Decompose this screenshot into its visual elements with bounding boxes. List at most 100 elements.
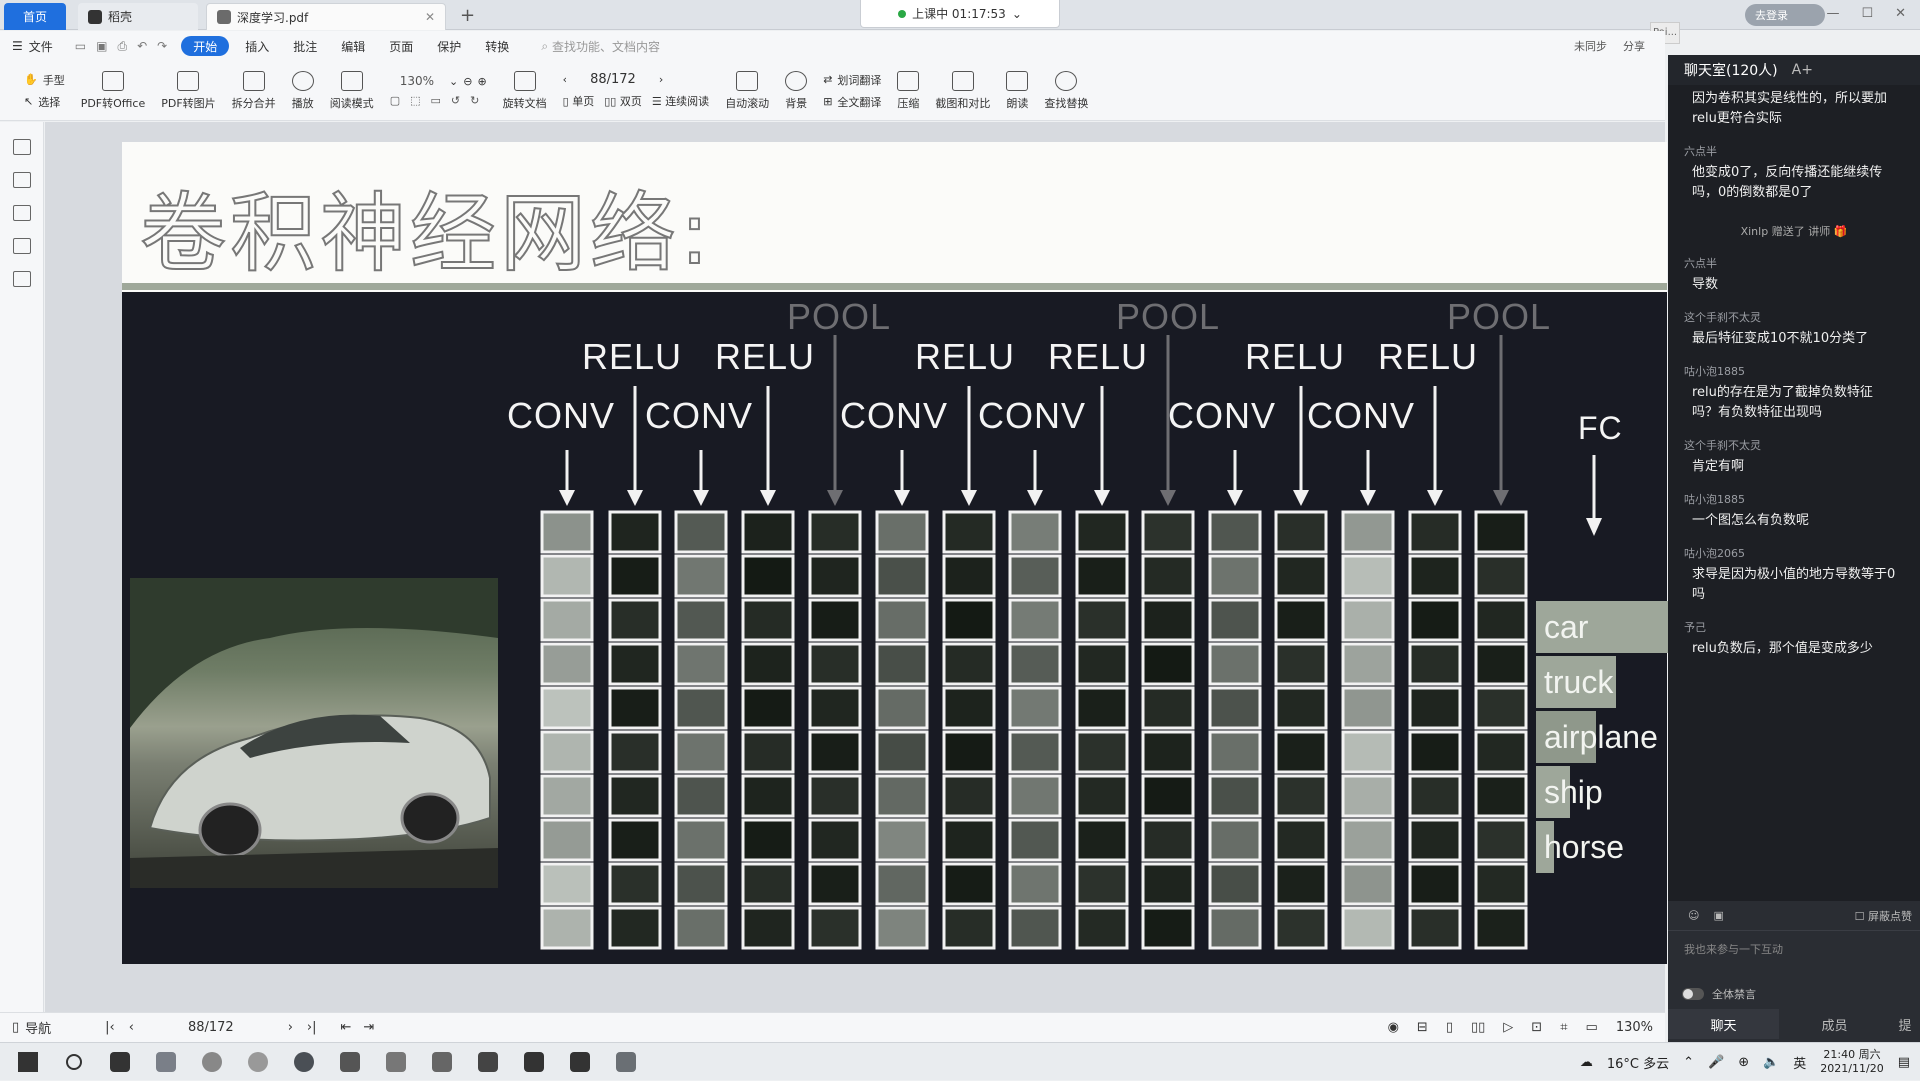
message-text: relu的存在是为了截掉负数特征吗？有负数特征出现吗 [1692,385,1873,420]
fit-icon[interactable]: ⊡ [1531,1020,1542,1035]
play-icon[interactable]: ▷ [1503,1020,1513,1035]
feature-map-cell [1075,730,1129,774]
feature-map-cell [741,730,795,774]
app-4[interactable] [240,1047,276,1077]
app-8[interactable] [424,1047,460,1077]
feature-map-cell [608,862,662,906]
feature-map-cell [1341,906,1395,950]
message-author: 这个手刹不太灵 [1684,311,1761,324]
app-10[interactable] [516,1047,552,1077]
app-explorer[interactable] [148,1047,184,1077]
tab-more[interactable]: 提 [1890,1009,1920,1039]
split-view-icon[interactable]: ⊟ [1417,1020,1428,1035]
feature-map-cell [540,510,594,554]
page-view-icon[interactable]: ▭ [1586,1020,1598,1035]
feature-map-cell [608,598,662,642]
app-1[interactable] [102,1047,138,1077]
tab-members[interactable]: 成员 [1779,1009,1890,1039]
feature-map-cell [1075,906,1129,950]
ime-indicator[interactable]: 英 [1793,1053,1806,1072]
feature-map-cell [1341,686,1395,730]
feature-map-cell [942,774,996,818]
volume-icon[interactable]: 🔈 [1763,1055,1779,1070]
chat-message: 因为卷积其实是线性的，所以要加relu更符合实际 [1668,85,1920,133]
feature-map-cell [1141,862,1195,906]
feature-map-cell [1008,554,1062,598]
eye-mode-icon[interactable]: ◉ [1388,1020,1399,1035]
feature-map-cell [875,774,929,818]
network-icon[interactable]: ⊕ [1738,1055,1749,1070]
arrow-head [693,490,709,506]
notifications-icon[interactable]: ▤ [1898,1055,1910,1070]
mute-all-toggle[interactable]: 全体禁言 [1668,979,1920,1009]
microphone-icon[interactable]: 🎤 [1708,1055,1724,1070]
gift-icon: 🎁 [1833,225,1848,238]
exit-view-icon[interactable]: ⇤ [341,1020,352,1035]
feature-map-cell [1008,774,1062,818]
chat-input[interactable]: 我也来参与一下互动 [1668,931,1920,979]
feature-map-cell [942,818,996,862]
chat-title: 聊天室(120人) [1684,63,1778,79]
nav-toggle[interactable]: ▯ 导航 [0,1018,63,1037]
crop-view-icon[interactable]: ⌗ [1560,1020,1567,1035]
app-7[interactable] [378,1047,414,1077]
font-size-toggle[interactable]: A+ [1792,62,1813,78]
message-author: 予己 [1684,621,1706,634]
weather-text[interactable]: 16°C 多云 [1607,1053,1669,1072]
toggle-switch[interactable] [1682,988,1704,1000]
feature-map-cell [942,686,996,730]
feature-map-cell [808,598,862,642]
app-3[interactable] [194,1047,230,1077]
arrow-head [1160,490,1176,506]
feature-map-cell [808,774,862,818]
feature-map-cell [741,510,795,554]
feature-map-cell [1208,818,1262,862]
feature-map-cell [1208,642,1262,686]
status-next-page-icon[interactable]: › [288,1020,293,1035]
start-button[interactable] [10,1047,46,1077]
chat-input-placeholder: 我也来参与一下互动 [1684,943,1783,956]
last-page-icon[interactable]: ›| [307,1020,317,1035]
feature-map-cell [1008,730,1062,774]
app-6[interactable] [332,1047,368,1077]
arrow-head [1094,490,1110,506]
clock[interactable]: 21:40 周六 2021/11/20 [1820,1048,1883,1076]
app-wps[interactable] [470,1047,506,1077]
feature-map-cell [942,862,996,906]
feature-map-cell [540,774,594,818]
first-page-icon[interactable]: |‹ [105,1020,115,1035]
feature-map-cell [808,862,862,906]
search-taskbar-button[interactable] [56,1047,92,1077]
hide-likes-checkbox[interactable]: ☐ 屏蔽点赞 [1855,908,1920,924]
feature-map-cell [808,510,862,554]
status-prev-page-icon[interactable]: ‹ [129,1020,134,1035]
feature-map-cell [1474,642,1528,686]
feature-map-cell [1141,642,1195,686]
feature-map-cell [674,686,728,730]
tab-chat[interactable]: 聊天 [1668,1009,1779,1039]
feature-map-cell [1075,774,1129,818]
feature-map-cell [1274,774,1328,818]
feature-map-cell [1208,554,1262,598]
chat-messages[interactable]: 因为卷积其实是线性的，所以要加relu更符合实际 六点半 他变成0了，反向传播还能… [1668,85,1920,663]
fullscreen-icon[interactable]: ⇥ [363,1020,374,1035]
status-view-icons: ⇤ ⇥ [329,1020,387,1035]
app-icon [432,1051,452,1072]
feature-map-cell [1274,730,1328,774]
feature-map-cell [1474,598,1528,642]
feature-map-cell [808,906,862,950]
app-11[interactable] [562,1047,598,1077]
feature-map-cell [1141,906,1195,950]
app-12[interactable] [608,1047,644,1077]
emoji-icon[interactable]: ☺ [1688,909,1699,922]
single-view-icon[interactable]: ▯ [1446,1020,1453,1035]
status-page-number[interactable]: 88/172 [148,1020,274,1035]
arrow-head [1293,490,1309,506]
chat-message: 这个手刹不太灵 最后特征变成10不就10分类了 [1668,309,1920,353]
image-upload-icon[interactable]: ▣ [1713,909,1723,922]
status-right-tools: ◉ ⊟ ▯ ▯▯ ▷ ⊡ ⌗ ▭ 130% [1376,1020,1665,1035]
double-view-icon[interactable]: ▯▯ [1471,1020,1485,1035]
tray-expand-icon[interactable]: ⌃ [1683,1055,1694,1070]
app-edge[interactable] [286,1047,322,1077]
status-zoom[interactable]: 130% [1616,1020,1653,1035]
